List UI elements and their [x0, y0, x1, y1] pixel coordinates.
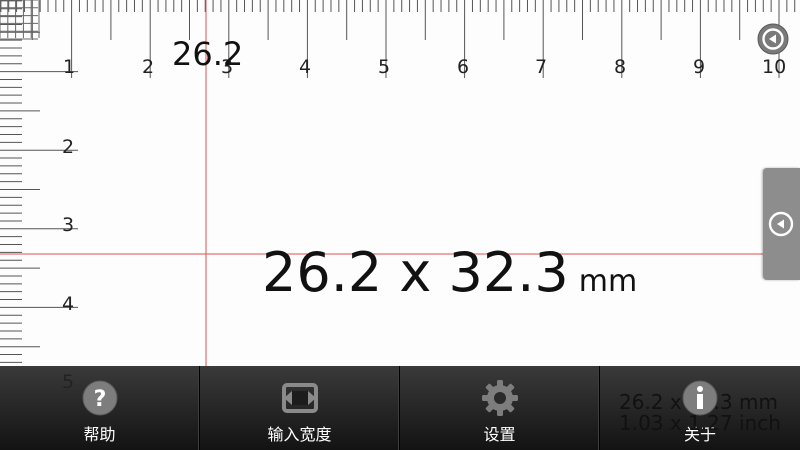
settings-label: 设置 — [483, 425, 516, 444]
help-icon: ? — [82, 380, 118, 416]
resize-icon — [282, 383, 318, 413]
top-ruler-number: 5 — [378, 56, 391, 78]
width-readout: 26.2 — [172, 35, 244, 73]
svg-text:?: ? — [94, 387, 107, 412]
left-ruler-number: 5 — [62, 371, 75, 393]
settings-button[interactable]: 设置 — [400, 366, 600, 450]
top-ruler-number: 7 — [535, 56, 548, 78]
input-width-label: 输入宽度 — [267, 425, 332, 444]
top-ruler-number: 6 — [457, 56, 470, 78]
top-ruler-number: 8 — [614, 56, 627, 78]
top-ruler-number: 10 — [762, 56, 787, 78]
top-ruler-number: 2 — [142, 56, 155, 78]
info-icon — [682, 380, 718, 416]
top-ruler-number: 4 — [299, 56, 312, 78]
input-width-button[interactable]: 输入宽度 — [200, 366, 400, 450]
help-button[interactable]: ? 帮助 — [0, 366, 200, 450]
bottom-toolbar: ? 帮助 输入宽度 设置 关于 — [0, 366, 800, 450]
measurement-unit: mm — [578, 264, 638, 299]
side-panel-toggle[interactable] — [763, 168, 800, 280]
top-ruler-number: 9 — [693, 56, 706, 78]
top-ruler-number: 1 — [63, 56, 76, 78]
measurement-value: 26.2 x 32.3 — [262, 241, 569, 304]
chevron-left-circle-icon — [768, 211, 794, 237]
back-arrow-icon[interactable] — [756, 22, 790, 56]
ruler-background — [0, 0, 800, 366]
measurement-display: 26.2 x 32.3 mm — [262, 246, 637, 300]
help-label: 帮助 — [83, 425, 116, 444]
left-ruler-number: 2 — [62, 136, 75, 158]
gear-icon — [482, 380, 518, 416]
left-ruler-number: 3 — [62, 214, 75, 236]
left-ruler-number: 4 — [62, 293, 75, 315]
